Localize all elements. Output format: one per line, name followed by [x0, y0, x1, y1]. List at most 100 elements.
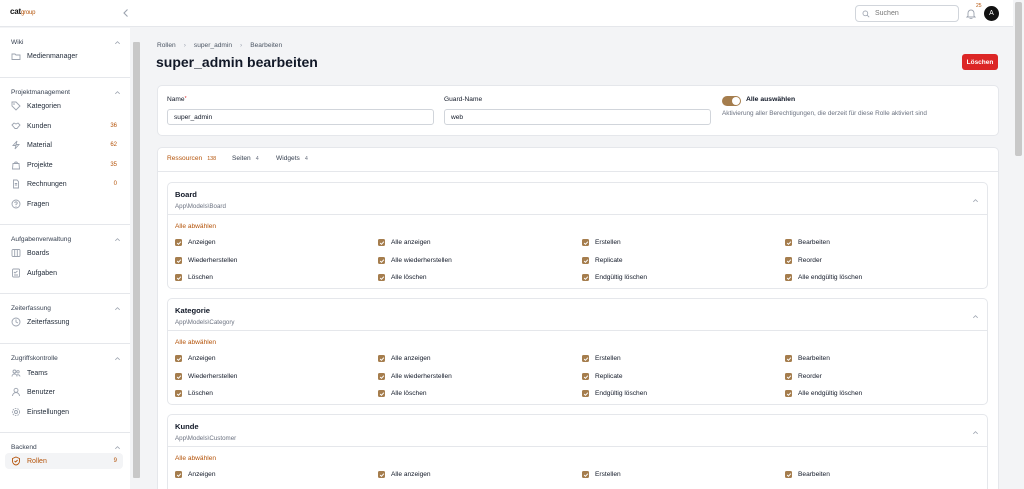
deselect-all-link[interactable]: Alle abwählen — [175, 339, 216, 346]
sidebar-item-rollen[interactable]: Rollen 9 — [5, 453, 123, 469]
sidebar-group-wiki[interactable]: Wiki — [11, 39, 121, 46]
permission-checkbox[interactable]: Reorder — [785, 373, 822, 380]
checkbox-checked-icon[interactable] — [378, 373, 385, 380]
permission-checkbox[interactable]: Replicate — [582, 257, 623, 264]
checkbox-checked-icon[interactable] — [582, 257, 589, 264]
checkbox-checked-icon[interactable] — [175, 390, 182, 397]
sidebar-item-material[interactable]: Material 62 — [5, 137, 123, 153]
permission-checkbox[interactable]: Wiederherstellen — [175, 373, 237, 380]
checkbox-checked-icon[interactable] — [785, 355, 792, 362]
permission-checkbox[interactable]: Erstellen — [582, 239, 621, 246]
tab-widgets[interactable]: Widgets 4 — [276, 155, 308, 162]
checkbox-checked-icon[interactable] — [785, 471, 792, 478]
permission-checkbox[interactable]: Endgültig löschen — [582, 390, 647, 397]
checkbox-checked-icon[interactable] — [175, 239, 182, 246]
permission-checkbox[interactable]: Anzeigen — [175, 471, 216, 478]
bell-icon[interactable] — [966, 8, 976, 19]
permission-checkbox[interactable]: Erstellen — [582, 355, 621, 362]
permission-checkbox[interactable]: Wiederherstellen — [175, 257, 237, 264]
permission-checkbox[interactable]: Bearbeiten — [785, 355, 830, 362]
delete-button[interactable]: Löschen — [962, 54, 998, 70]
permission-checkbox[interactable]: Alle endgültig löschen — [785, 390, 862, 397]
sidebar-item-aufgaben[interactable]: Aufgaben — [5, 265, 123, 281]
checkbox-checked-icon[interactable] — [378, 355, 385, 362]
permission-checkbox[interactable]: Reorder — [785, 257, 822, 264]
permission-checkbox[interactable]: Alle anzeigen — [378, 471, 431, 478]
permission-checkbox[interactable]: Alle endgültig löschen — [785, 274, 862, 281]
permission-checkbox[interactable]: Alle löschen — [378, 390, 427, 397]
tab-seiten[interactable]: Seiten 4 — [232, 155, 259, 162]
permission-checkbox[interactable]: Löschen — [175, 390, 213, 397]
checkbox-checked-icon[interactable] — [785, 274, 792, 281]
permission-checkbox[interactable]: Alle wiederherstellen — [378, 257, 452, 264]
checkbox-checked-icon[interactable] — [582, 239, 589, 246]
sidebar-item-zeiterfassung[interactable]: Zeiterfassung — [5, 314, 123, 330]
sidebar-item-boards[interactable]: Boards — [5, 245, 123, 261]
permission-checkbox[interactable]: Löschen — [175, 274, 213, 281]
sidebar-scrollbar-thumb[interactable] — [133, 42, 140, 478]
permission-checkbox[interactable]: Bearbeiten — [785, 239, 830, 246]
checkbox-checked-icon[interactable] — [785, 373, 792, 380]
chevron-up-icon[interactable] — [972, 313, 979, 320]
checkbox-checked-icon[interactable] — [582, 373, 589, 380]
permission-checkbox[interactable]: Alle löschen — [378, 274, 427, 281]
checkbox-checked-icon[interactable] — [785, 239, 792, 246]
chevron-up-icon[interactable] — [972, 197, 979, 204]
sidebar-item-medienmanager[interactable]: Medienmanager — [5, 48, 123, 64]
checkbox-checked-icon[interactable] — [582, 471, 589, 478]
permission-checkbox[interactable]: Erstellen — [582, 471, 621, 478]
checkbox-checked-icon[interactable] — [785, 390, 792, 397]
search-input[interactable] — [875, 10, 955, 17]
checkbox-checked-icon[interactable] — [175, 373, 182, 380]
tab-ressourcen[interactable]: Ressourcen 138 — [167, 155, 216, 162]
checkbox-checked-icon[interactable] — [175, 471, 182, 478]
sidebar-item-kategorien[interactable]: Kategorien — [5, 98, 123, 114]
sidebar-item-fragen[interactable]: Fragen — [5, 196, 123, 212]
breadcrumb-item-rollen[interactable]: Rollen — [157, 42, 176, 49]
permission-checkbox[interactable]: Bearbeiten — [785, 471, 830, 478]
checkbox-checked-icon[interactable] — [175, 274, 182, 281]
permission-checkbox[interactable]: Alle wiederherstellen — [378, 373, 452, 380]
name-field[interactable]: super_admin — [167, 109, 434, 125]
sidebar-item-teams[interactable]: Teams — [5, 365, 123, 381]
checkbox-checked-icon[interactable] — [582, 355, 589, 362]
sidebar-item-rechnungen[interactable]: Rechnungen 0 — [5, 176, 123, 192]
resource-header[interactable]: Kategorie App\Models\Category — [175, 306, 235, 326]
checkbox-checked-icon[interactable] — [582, 390, 589, 397]
checkbox-checked-icon[interactable] — [785, 257, 792, 264]
permission-checkbox[interactable]: Anzeigen — [175, 239, 216, 246]
breadcrumb-item-role[interactable]: super_admin — [194, 42, 232, 49]
checkbox-checked-icon[interactable] — [378, 257, 385, 264]
checkbox-checked-icon[interactable] — [582, 274, 589, 281]
sidebar-group-backend[interactable]: Backend — [11, 444, 121, 451]
sidebar-item-einstellungen[interactable]: Einstellungen — [5, 404, 123, 420]
permission-checkbox[interactable]: Alle anzeigen — [378, 239, 431, 246]
deselect-all-link[interactable]: Alle abwählen — [175, 223, 216, 230]
logo[interactable]: catgroup — [10, 7, 36, 16]
checkbox-checked-icon[interactable] — [175, 355, 182, 362]
resource-header[interactable]: Board App\Models\Board — [175, 190, 226, 210]
checkbox-checked-icon[interactable] — [378, 390, 385, 397]
search-box[interactable] — [855, 5, 959, 22]
sidebar-group-aufgabenverwaltung[interactable]: Aufgabenverwaltung — [11, 236, 121, 243]
permission-checkbox[interactable]: Anzeigen — [175, 355, 216, 362]
page-scrollbar-thumb[interactable] — [1015, 2, 1022, 156]
collapse-sidebar-icon[interactable] — [121, 8, 131, 18]
avatar[interactable]: A — [984, 6, 999, 21]
permission-checkbox[interactable]: Endgültig löschen — [582, 274, 647, 281]
sidebar-group-projektmanagement[interactable]: Projektmanagement — [11, 89, 121, 96]
select-all-toggle[interactable] — [722, 96, 741, 106]
guard-name-field[interactable]: web — [444, 109, 711, 125]
checkbox-checked-icon[interactable] — [378, 274, 385, 281]
checkbox-checked-icon[interactable] — [378, 471, 385, 478]
chevron-up-icon[interactable] — [972, 429, 979, 436]
checkbox-checked-icon[interactable] — [378, 239, 385, 246]
sidebar-item-projekte[interactable]: Projekte 35 — [5, 157, 123, 173]
sidebar-group-zeiterfassung[interactable]: Zeiterfassung — [11, 305, 121, 312]
deselect-all-link[interactable]: Alle abwählen — [175, 455, 216, 462]
sidebar-group-zugriffskontrolle[interactable]: Zugriffskontrolle — [11, 355, 121, 362]
sidebar-item-kunden[interactable]: Kunden 36 — [5, 118, 123, 134]
checkbox-checked-icon[interactable] — [175, 257, 182, 264]
resource-header[interactable]: Kunde App\Models\Customer — [175, 422, 236, 442]
sidebar-item-benutzer[interactable]: Benutzer — [5, 384, 123, 400]
